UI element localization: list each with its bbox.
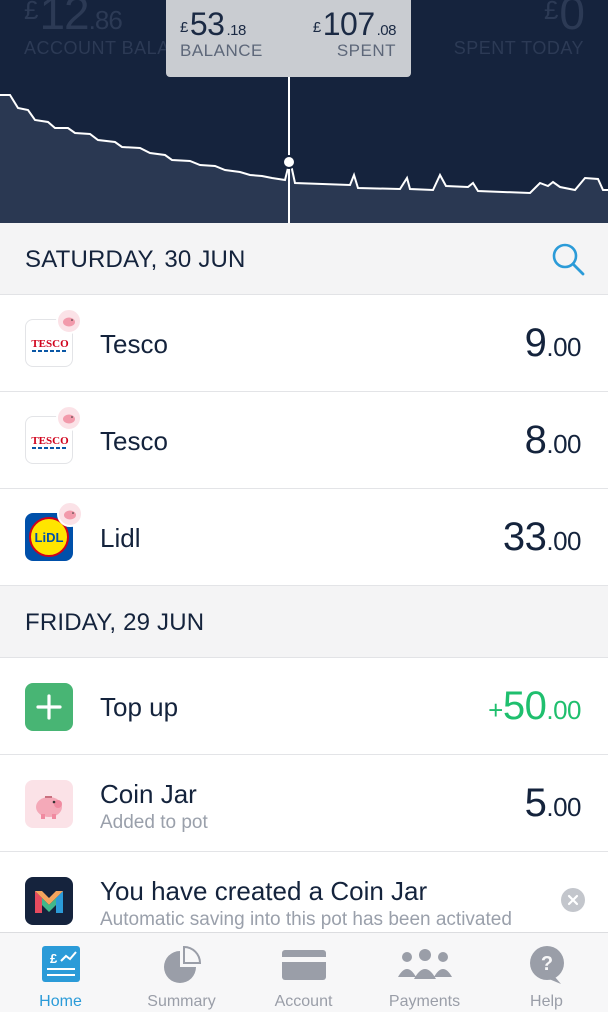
svg-text:?: ?	[540, 953, 552, 975]
amount-decimal: .00	[546, 695, 581, 725]
currency-symbol: £	[24, 0, 39, 25]
tab-account[interactable]: Account	[243, 933, 364, 1012]
currency-symbol: £	[180, 19, 188, 36]
tab-bar: £ Home Summary Account Payments ? Help	[0, 932, 608, 1012]
transaction-amount: 5.00	[524, 781, 582, 826]
transaction-name: Coin Jar	[100, 779, 197, 809]
transaction-name: You have created a Coin Jar	[100, 876, 428, 906]
people-icon	[397, 949, 452, 979]
amount-decimal: .00	[546, 429, 581, 459]
amount-whole: 33	[502, 515, 547, 559]
plus-icon	[25, 683, 73, 731]
tab-summary[interactable]: Summary	[121, 933, 242, 1012]
help-bubble-icon: ?	[529, 946, 564, 984]
tooltip-spent-decimal: .08	[376, 22, 397, 39]
transaction-row[interactable]: TESCO Tesco 8.00	[0, 392, 608, 489]
tooltip-balance: £53.18 BALANCE	[180, 6, 263, 61]
day-title: SATURDAY, 30 JUN	[25, 246, 246, 273]
tooltip-balance-whole: 53	[189, 6, 225, 42]
transaction-name: Tesco	[100, 329, 168, 359]
transaction-row[interactable]: Coin Jar Added to pot 5.00	[0, 755, 608, 852]
spent-today: £0 SPENT TODAY	[453, 0, 585, 59]
balance-chart-header: £12.86 ACCOUNT BALANCE £0 SPENT TODAY £5…	[0, 0, 608, 223]
chart-tooltip: £53.18 BALANCE £107.08 SPENT	[166, 0, 411, 77]
day-header-saturday: SATURDAY, 30 JUN	[0, 223, 608, 295]
card-icon	[281, 950, 326, 980]
tooltip-spent-label: SPENT	[336, 41, 396, 60]
piggy-bank-icon	[57, 501, 83, 527]
transaction-amount: 33.00	[502, 515, 582, 560]
amount-whole: 8	[524, 418, 547, 462]
balance-decimal: .86	[88, 5, 123, 35]
transaction-row[interactable]: TESCO Tesco 9.00	[0, 295, 608, 392]
transaction-name: Tesco	[100, 426, 168, 456]
tooltip-spent-whole: 107	[322, 6, 375, 42]
transaction-subtitle: Automatic saving into this pot has been …	[100, 909, 512, 930]
home-chart-icon: £	[41, 946, 80, 982]
transaction-name: Top up	[100, 692, 179, 722]
tab-help[interactable]: ? Help	[486, 933, 607, 1012]
balance-whole: 12	[39, 0, 89, 39]
amount-decimal: .00	[546, 332, 581, 362]
amount-whole: 9	[524, 321, 547, 365]
spent-today-label: SPENT TODAY	[453, 38, 584, 58]
day-header-friday: FRIDAY, 29 JUN	[0, 586, 608, 658]
tab-label: Account	[274, 993, 333, 1010]
tab-label: Payments	[388, 993, 461, 1010]
tesco-logo: TESCO	[25, 405, 82, 464]
transaction-row[interactable]: LiDL Lidl 33.00	[0, 489, 608, 586]
spent-today-whole: 0	[559, 0, 585, 39]
tooltip-balance-label: BALANCE	[180, 41, 263, 60]
tab-label: Home	[39, 993, 82, 1010]
tesco-logo: TESCO	[25, 308, 82, 367]
transaction-name: Lidl	[100, 523, 141, 553]
transaction-subtitle: Added to pot	[100, 812, 208, 833]
piggy-bank-icon	[56, 308, 82, 334]
tab-label: Summary	[147, 993, 216, 1010]
piggy-bank-icon	[56, 405, 82, 431]
search-icon[interactable]	[550, 241, 586, 277]
transaction-row[interactable]: Top up +50.00	[0, 658, 608, 755]
svg-text:£: £	[50, 951, 58, 966]
close-icon[interactable]	[561, 888, 585, 912]
tooltip-spent: £107.08 SPENT	[312, 6, 397, 61]
piggy-bank-icon	[25, 780, 73, 828]
amount-whole: 50	[502, 684, 547, 728]
transaction-amount: 8.00	[524, 418, 582, 463]
transaction-amount: +50.00	[488, 684, 581, 729]
amount-decimal: .00	[546, 526, 581, 556]
currency-symbol: £	[312, 19, 321, 36]
amount-decimal: .00	[546, 792, 581, 822]
lidl-logo-text: LiDL	[35, 530, 64, 545]
monzo-logo	[25, 877, 73, 925]
tesco-logo-text: TESCO	[31, 435, 69, 447]
day-title: FRIDAY, 29 JUN	[25, 609, 205, 636]
lidl-logo: LiDL	[25, 501, 83, 561]
tab-payments[interactable]: Payments	[364, 933, 485, 1012]
tesco-logo-text: TESCO	[31, 338, 69, 350]
balance-area	[0, 95, 608, 223]
currency-symbol: £	[543, 0, 559, 25]
amount-sign: +	[488, 695, 503, 725]
tab-label: Help	[530, 993, 563, 1010]
chart-cursor-dot[interactable]	[282, 155, 296, 169]
tab-home[interactable]: £ Home	[0, 933, 121, 1012]
tooltip-balance-decimal: .18	[226, 22, 246, 39]
amount-whole: 5	[524, 781, 547, 825]
transaction-amount: 9.00	[524, 321, 582, 366]
pie-chart-icon	[163, 945, 201, 983]
